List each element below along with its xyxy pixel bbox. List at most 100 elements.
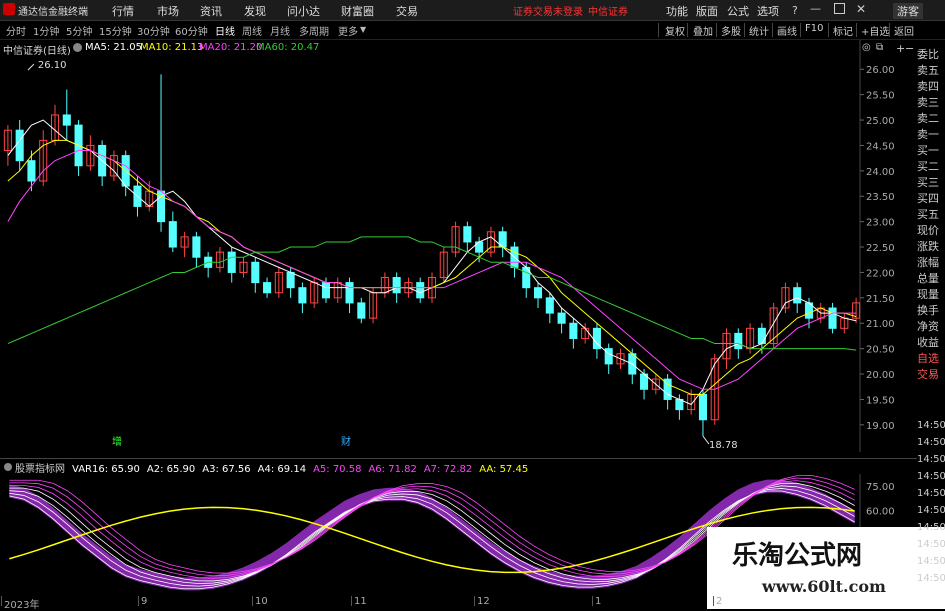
tab-15min[interactable]: 15分钟 <box>99 23 132 38</box>
candle-body <box>392 277 401 294</box>
menu-banmian[interactable]: 版面 <box>696 3 718 19</box>
x-tick <box>1 596 2 606</box>
candle-body <box>263 282 272 294</box>
side-panel-item[interactable]: 卖一 <box>917 126 945 142</box>
menu-zixun[interactable]: 资讯 <box>200 3 222 19</box>
side-panel-item[interactable]: 买二 <box>917 158 945 174</box>
side-panel-item[interactable]: 买三 <box>917 174 945 190</box>
candle-body <box>533 287 543 299</box>
side-panel-item[interactable]: 交易 <box>917 366 945 382</box>
indicator-tick-label: 60.00 <box>866 507 895 518</box>
candle-body <box>604 348 613 365</box>
x-label-12: 12 <box>477 596 490 607</box>
side-time-label: 14:50 <box>917 488 945 499</box>
indicator-tick-label: 75.00 <box>866 482 895 493</box>
add-watchlist-button[interactable]: +自选 <box>861 23 889 38</box>
watermark-title: 乐淘公式网 <box>732 541 863 571</box>
x-label-10: 10 <box>255 596 268 607</box>
y-tick-label: 23.00 <box>866 218 895 229</box>
y-tick-label: 25.00 <box>866 116 895 127</box>
side-panel-item[interactable]: 收益 <box>917 334 945 350</box>
tab-more[interactable]: 更多 <box>338 23 358 38</box>
broker-name[interactable]: 中信证券 <box>588 3 628 18</box>
tab-weekly[interactable]: 周线 <box>242 23 262 38</box>
side-panel-item[interactable]: 现价 <box>917 222 945 238</box>
candle-body <box>757 327 766 345</box>
back-button[interactable]: 返回 <box>894 23 914 38</box>
close-icon[interactable]: ✕ <box>856 2 866 16</box>
multi-stock-button[interactable]: 多股 <box>721 23 741 38</box>
side-panel-item[interactable]: 净资 <box>917 318 945 334</box>
tab-monthly[interactable]: 月线 <box>270 23 290 38</box>
tab-30min[interactable]: 30分钟 <box>137 23 170 38</box>
tab-1min[interactable]: 1分钟 <box>33 23 59 38</box>
side-panel-item[interactable]: 买四 <box>917 190 945 206</box>
tab-multi-period[interactable]: 多周期 <box>299 23 329 38</box>
side-panel-item[interactable]: 卖四 <box>917 78 945 94</box>
side-time-label: 14:50 <box>917 437 945 448</box>
stats-button[interactable]: 统计 <box>749 23 769 38</box>
login-notice[interactable]: 证券交易未登录 <box>513 3 583 18</box>
f10-button[interactable]: F10 <box>805 23 823 34</box>
y-tick-label: 22.00 <box>866 268 895 279</box>
tab-5min[interactable]: 5分钟 <box>66 23 92 38</box>
fuquan-button[interactable]: 复权 <box>665 23 685 38</box>
candlestick-chart[interactable]: 26.00 25.50 25.00 24.50 24.00 23.50 23.00 22.50… <box>0 40 917 452</box>
y-tick-label: 21.50 <box>866 294 895 305</box>
candle-body <box>345 282 354 304</box>
side-panel-item[interactable]: 卖二 <box>917 110 945 126</box>
side-panel-item[interactable]: 委比 <box>917 46 945 62</box>
candle-body <box>62 114 71 126</box>
tab-daily[interactable]: 日线 <box>215 23 235 38</box>
x-tick <box>252 596 253 606</box>
candle-body <box>463 226 472 243</box>
maximize-icon[interactable] <box>834 3 845 14</box>
divider <box>856 23 857 37</box>
menu-xuanxiang[interactable]: 选项 <box>757 3 779 19</box>
menu-faxian[interactable]: 发现 <box>244 3 266 19</box>
menu-hangqing[interactable]: 行情 <box>112 3 134 19</box>
candle-body <box>416 282 425 299</box>
x-tick <box>138 596 139 606</box>
help-icon[interactable]: ? <box>792 4 798 17</box>
app-name: 通达信金融终端 <box>18 7 88 18</box>
top-menu-bar: 通达信金融终端 行情 市场 资讯 发现 问小达 财富圈 交易 证券交易未登录 中… <box>0 0 945 21</box>
side-panel-item[interactable]: 买五 <box>917 206 945 222</box>
draw-line-button[interactable]: 画线 <box>777 23 797 38</box>
side-panel-item[interactable]: 换手 <box>917 302 945 318</box>
y-tick-label: 23.50 <box>866 192 895 203</box>
y-tick-label: 20.50 <box>866 345 895 356</box>
divider <box>772 23 773 37</box>
side-panel-item[interactable]: 现量 <box>917 286 945 302</box>
divider <box>744 23 745 37</box>
side-panel-item[interactable]: 卖五 <box>917 62 945 78</box>
side-panel-item[interactable]: 涨幅 <box>917 254 945 270</box>
side-panel-item[interactable]: 自选 <box>917 350 945 366</box>
side-panel-item[interactable]: 涨跌 <box>917 238 945 254</box>
side-panel-item[interactable]: 总量 <box>917 270 945 286</box>
chevron-down-icon[interactable]: ▼ <box>360 25 366 34</box>
side-panel-item[interactable]: 买一 <box>917 142 945 158</box>
menu-caifuquan[interactable]: 财富圈 <box>341 3 374 19</box>
menu-jiaoyi[interactable]: 交易 <box>396 3 418 19</box>
high-marker-label: 26.10 <box>38 60 67 71</box>
side-panel-item[interactable]: 卖三 <box>917 94 945 110</box>
menu-wenxiaoda[interactable]: 问小达 <box>287 3 320 19</box>
menu-gongneng[interactable]: 功能 <box>666 3 688 19</box>
minimize-icon[interactable]: — <box>810 2 821 15</box>
side-time-label: 14:50 <box>917 420 945 431</box>
indicator-settings-icon[interactable] <box>4 463 12 471</box>
mark-button[interactable]: 标记 <box>833 23 853 38</box>
candle-body <box>286 271 295 289</box>
menu-shichang[interactable]: 市场 <box>157 3 179 19</box>
side-time-label: 14:50 <box>917 573 945 584</box>
guest-button[interactable]: 游客 <box>893 3 923 19</box>
candle-body <box>227 251 236 273</box>
side-time-label: 14:50 <box>917 556 945 567</box>
tab-60min[interactable]: 60分钟 <box>175 23 208 38</box>
overlay-button[interactable]: 叠加 <box>693 23 713 38</box>
menu-gongshi[interactable]: 公式 <box>727 3 749 19</box>
candle-body <box>569 322 578 339</box>
candle-body <box>168 221 177 248</box>
tab-fenshi[interactable]: 分时 <box>6 23 26 38</box>
